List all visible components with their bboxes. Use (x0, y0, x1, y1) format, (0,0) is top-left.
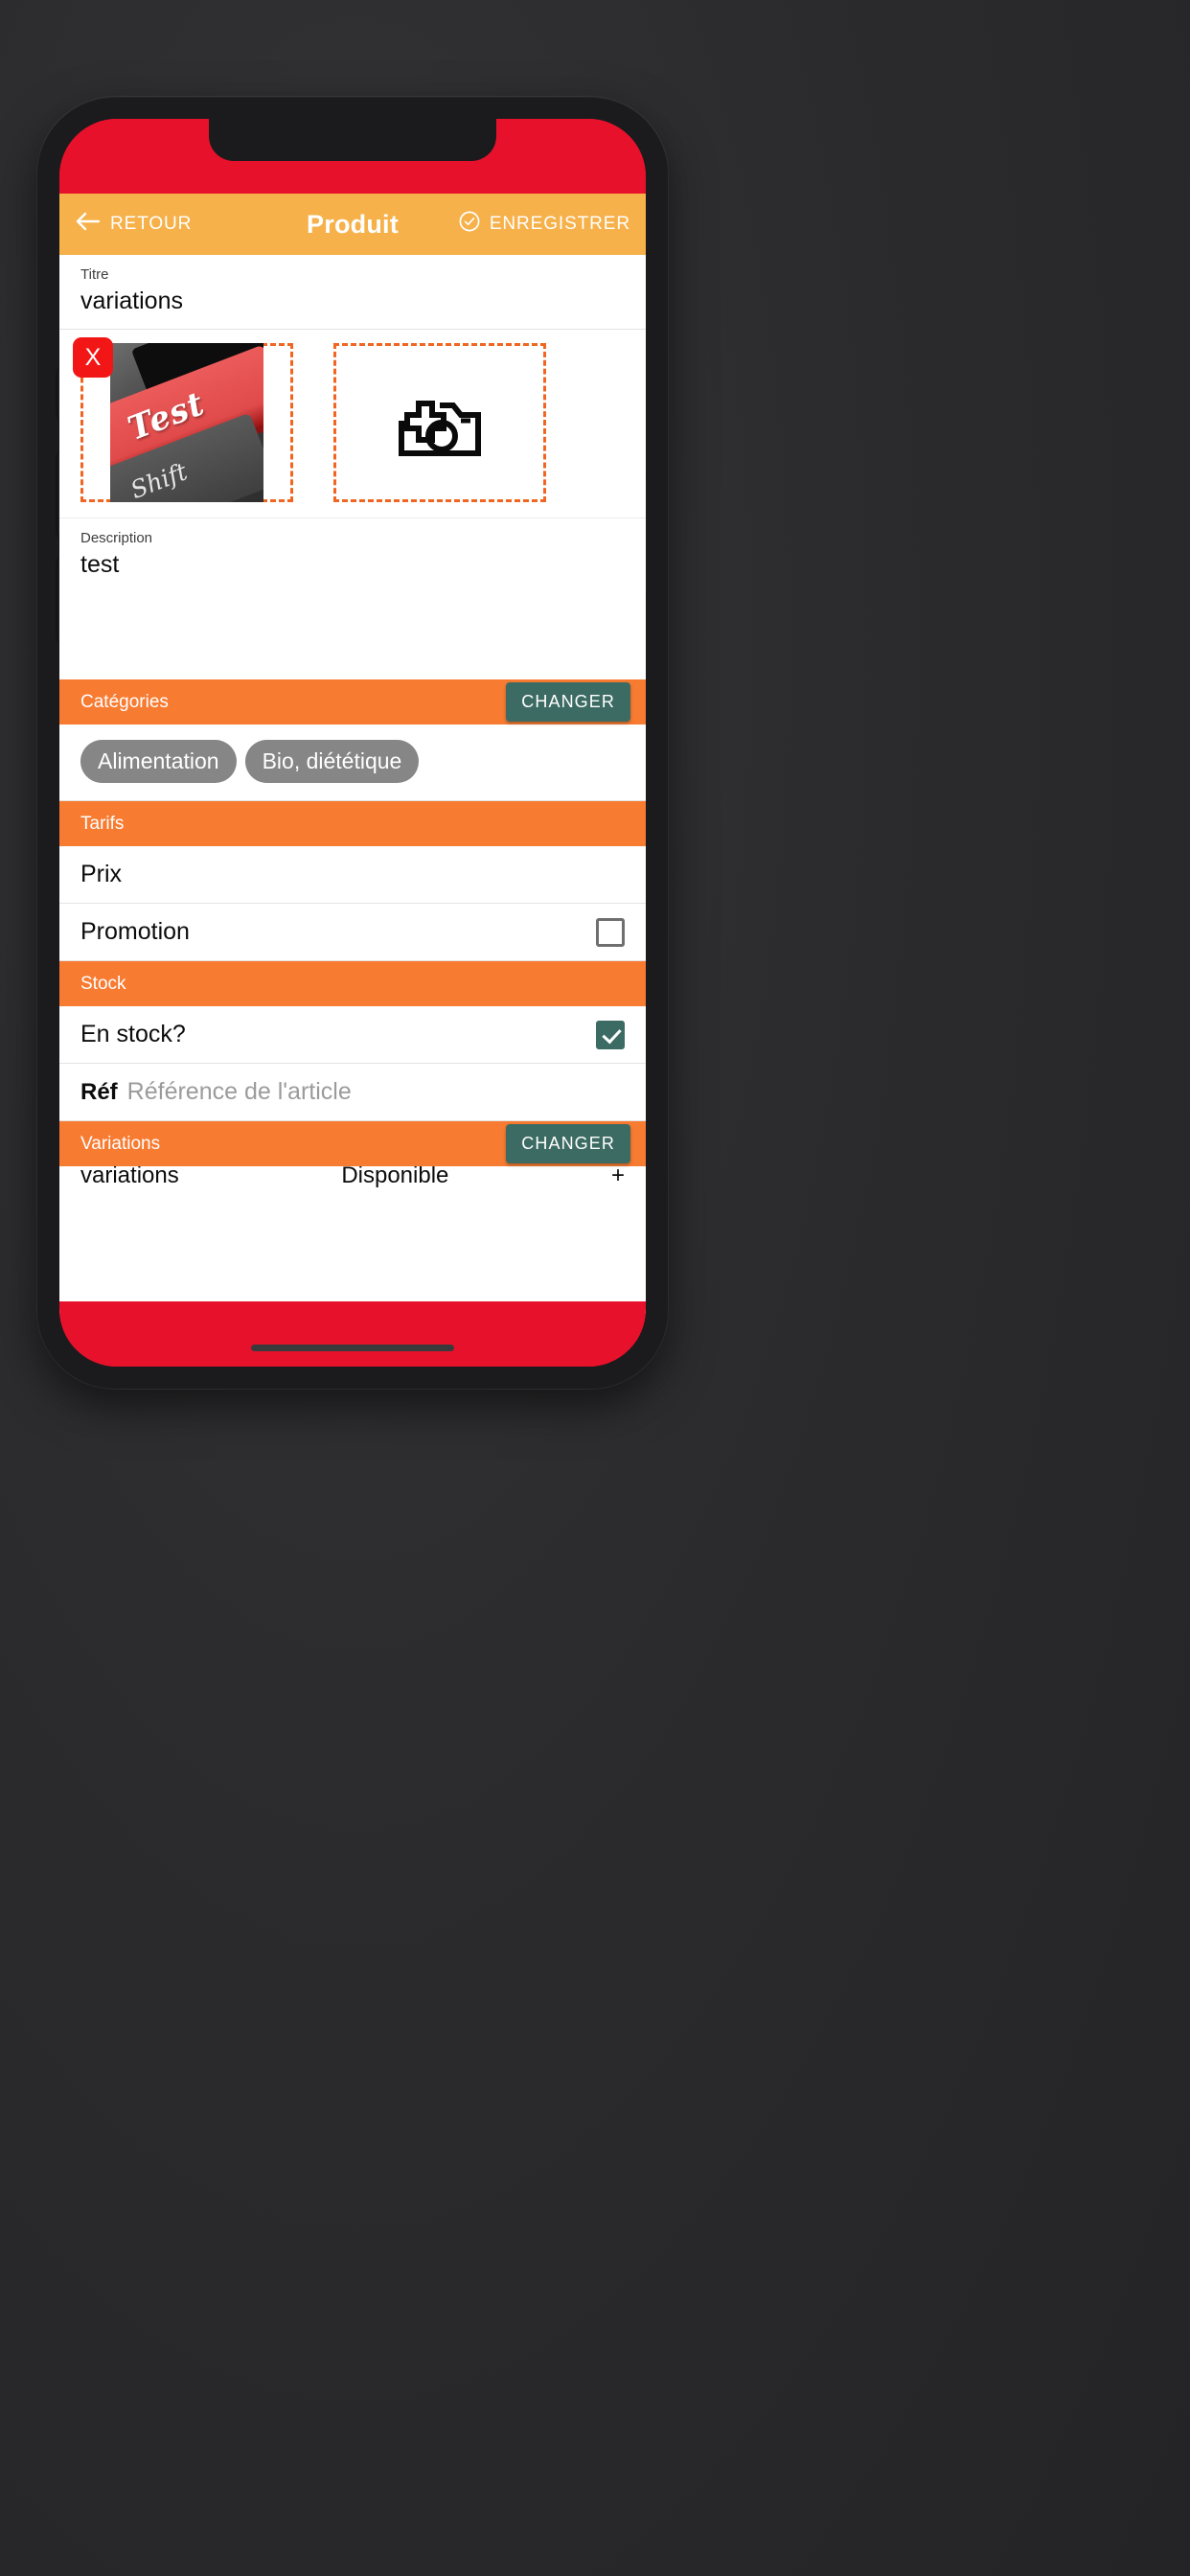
arrow-left-icon (75, 211, 102, 238)
promotion-label: Promotion (80, 918, 190, 945)
description-field[interactable]: Description test (59, 518, 646, 679)
section-title-categories: Catégories (80, 691, 169, 712)
check-circle-icon (458, 210, 481, 239)
in-stock-checkbox[interactable] (596, 1020, 625, 1049)
title-field[interactable]: Titre variations (59, 255, 646, 330)
camera-plus-icon (390, 382, 490, 464)
app-bar: RETOUR Produit ENREGISTRER (59, 194, 646, 255)
variation-row-clipped[interactable]: variations Disponible + (59, 1166, 646, 1195)
in-stock-row[interactable]: En stock? (59, 1006, 646, 1064)
price-row[interactable]: Prix (59, 846, 646, 904)
in-stock-label: En stock? (80, 1021, 186, 1047)
section-header-tarifs: Tarifs (59, 801, 646, 846)
description-field-value: test (80, 551, 120, 578)
product-photo: / Test Shift (110, 343, 263, 502)
promotion-row[interactable]: Promotion (59, 904, 646, 961)
save-button-label: ENREGISTRER (489, 214, 630, 234)
page-title: Produit (307, 209, 399, 239)
product-form-scroll[interactable]: Titre variations X / (59, 255, 646, 1313)
home-indicator[interactable] (251, 1345, 454, 1351)
variation-status: Disponible (341, 1166, 449, 1188)
change-variations-button[interactable]: CHANGER (506, 1124, 630, 1163)
categories-chip-list: Alimentation Bio, diététique (59, 724, 646, 801)
section-header-variations: Variations CHANGER (59, 1121, 646, 1166)
promotion-checkbox[interactable] (596, 917, 625, 947)
save-button[interactable]: ENREGISTRER (458, 210, 630, 239)
remove-image-button[interactable]: X (73, 337, 113, 378)
title-field-value: variations (80, 288, 183, 314)
remove-image-label: X (84, 343, 102, 371)
phone-screen: RETOUR Produit ENREGISTRER Titre variati… (59, 119, 646, 1367)
section-header-categories: Catégories CHANGER (59, 679, 646, 724)
description-field-label: Description (80, 530, 153, 546)
title-field-label: Titre (80, 266, 109, 283)
reference-input[interactable]: Référence de l'article (127, 1078, 352, 1106)
category-chip[interactable]: Bio, diététique (244, 740, 420, 783)
home-indicator-area (59, 1301, 646, 1367)
section-title-variations: Variations (80, 1133, 161, 1154)
price-label: Prix (80, 861, 123, 887)
device-notch (209, 119, 496, 161)
photo-shift-text: Shift (126, 457, 192, 502)
product-images-row: X / Test Shift (59, 330, 646, 518)
back-button-label: RETOUR (110, 214, 193, 234)
variation-name: variations (80, 1166, 179, 1188)
reference-label: Réf (80, 1078, 118, 1105)
section-title-stock: Stock (80, 973, 126, 994)
variation-add: + (610, 1166, 625, 1188)
change-categories-button[interactable]: CHANGER (506, 682, 630, 722)
app-viewport: RETOUR Produit ENREGISTRER Titre variati… (59, 194, 646, 1313)
section-header-stock: Stock (59, 961, 646, 1006)
desk-backdrop: RETOUR Produit ENREGISTRER Titre variati… (0, 0, 1190, 2576)
category-chip[interactable]: Alimentation (80, 740, 237, 783)
back-button[interactable]: RETOUR (75, 211, 192, 238)
phone-device-frame: RETOUR Produit ENREGISTRER Titre variati… (36, 96, 669, 1390)
section-title-tarifs: Tarifs (80, 813, 125, 834)
reference-row[interactable]: Réf Référence de l'article (59, 1064, 646, 1121)
add-image-button[interactable] (333, 343, 546, 502)
